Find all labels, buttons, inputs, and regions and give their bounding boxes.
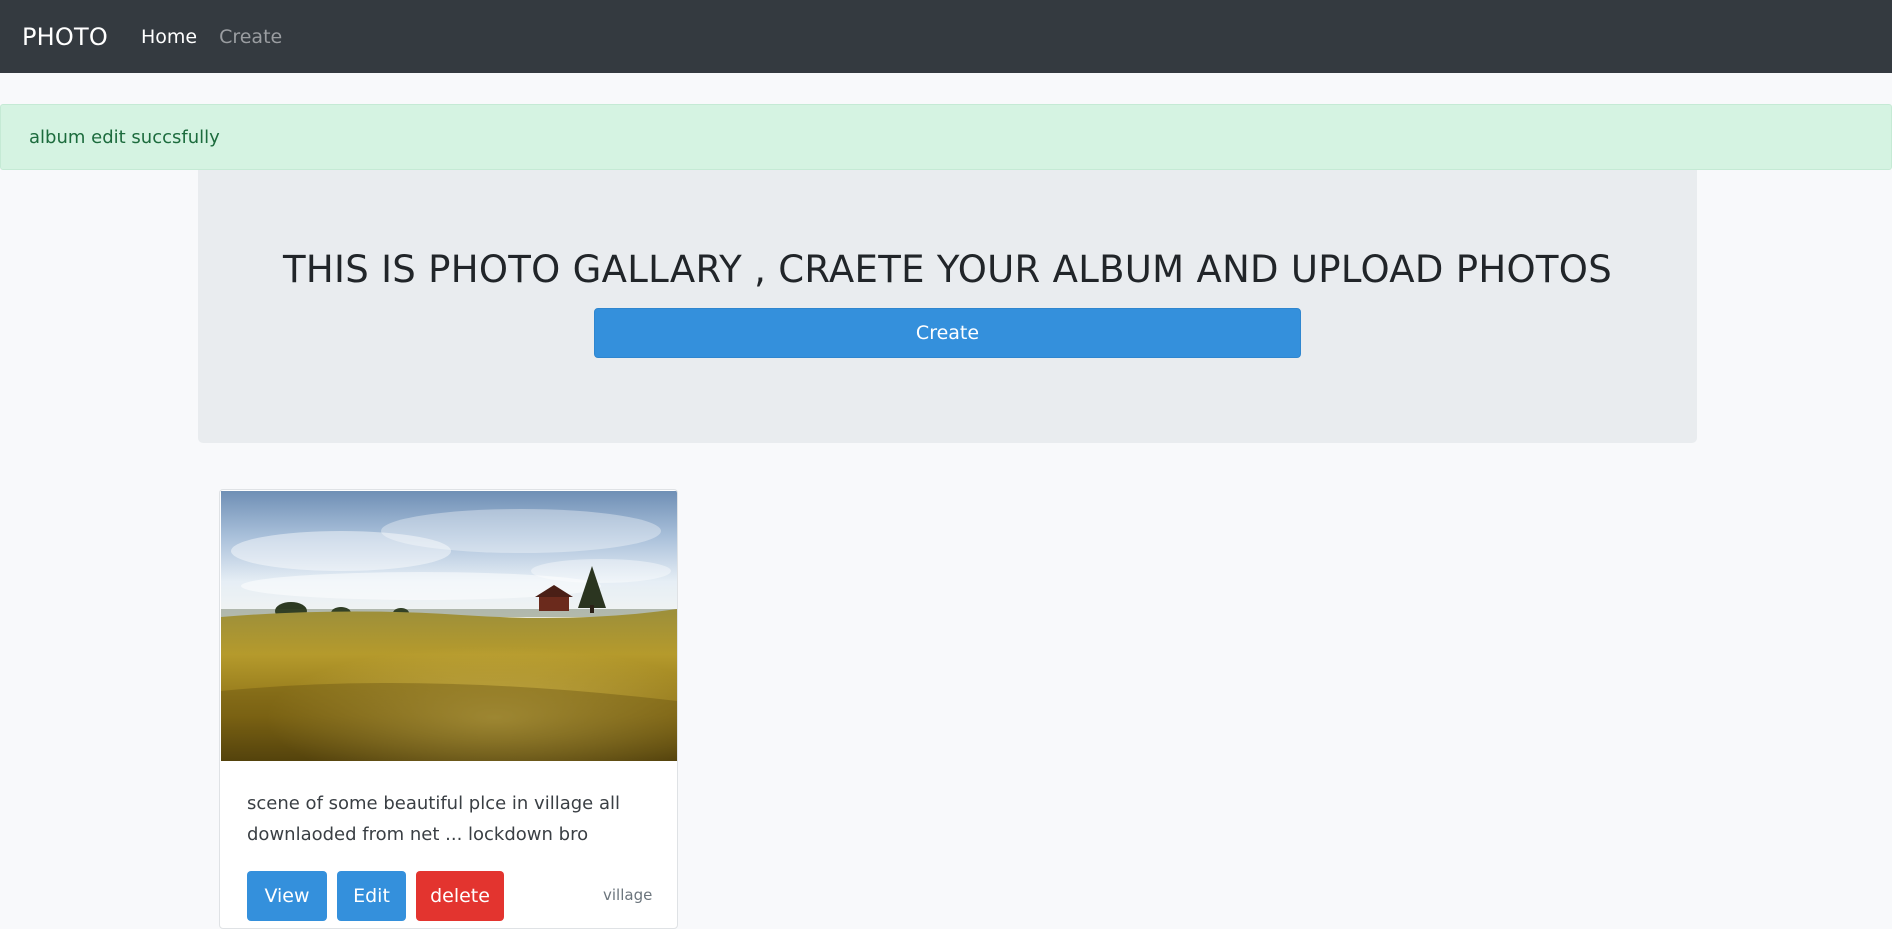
album-tag: village [603, 886, 653, 904]
hero-jumbotron: THIS IS PHOTO GALLARY , CRAETE YOUR ALBU… [198, 170, 1697, 443]
top-navbar: PHOTO Home Create [0, 0, 1892, 73]
edit-album-button[interactable]: Edit [337, 871, 406, 921]
album-description: scene of some beautiful plce in village … [247, 793, 620, 845]
album-cover-image[interactable] [221, 491, 677, 761]
nav-link-home[interactable]: Home [141, 26, 197, 48]
page-title: THIS IS PHOTO GALLARY , CRAETE YOUR ALBU… [282, 248, 1612, 291]
nav-link-create[interactable]: Create [219, 26, 282, 48]
delete-album-button[interactable]: delete [416, 871, 504, 921]
success-alert: album edit succsfully [0, 104, 1892, 170]
create-album-button[interactable]: Create [594, 308, 1301, 358]
view-album-button[interactable]: View [247, 871, 327, 921]
brand-logo[interactable]: PHOTO [22, 23, 108, 51]
album-card: scene of some beautiful plce in village … [219, 489, 678, 929]
alert-message: album edit succsfully [29, 126, 220, 148]
